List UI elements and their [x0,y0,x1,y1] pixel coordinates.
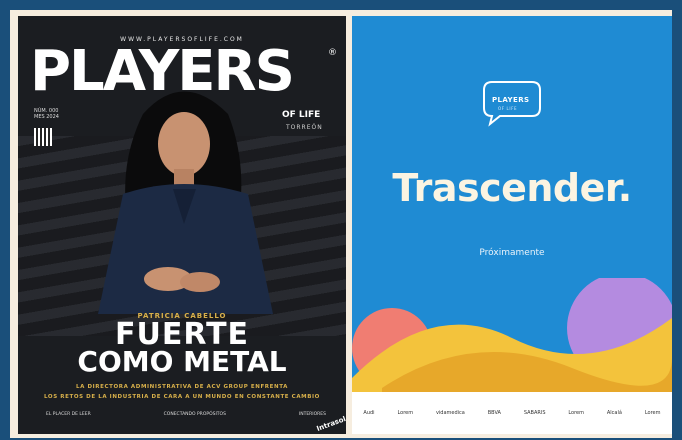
sponsor-strip: Audi Lorem vidamedica BBVA SABARIS Lorem… [352,392,672,434]
sponsor-badge: Intrasol [315,415,346,433]
sponsor-logo: Alcalá [606,410,622,416]
cover-of-life: OF LIFE [282,110,321,120]
subheadline-2: LOS RETOS DE LA INDUSTRIA DE CARA A UN M… [44,394,320,400]
issue-date: MES 2024 [34,114,59,120]
sponsor-logo: Audi [363,410,375,416]
footer-item: CONECTANDO PROPÓSITOS [163,412,226,417]
registered-mark: ® [328,48,337,58]
qr-code-icon [34,128,52,146]
sponsor-logo: vidamedica [435,410,465,416]
cover-subtitle: Próximamente [479,248,545,258]
cover-footer: EL PLACER DE LEER CONECTANDO PROPÓSITOS … [46,412,326,417]
magazine-cover-players[interactable]: WWW.PLAYERSOFLIFE.COM PLAYERS ® OF LIFE … [18,16,346,434]
magazine-cover-trascender[interactable]: PLAYERS OF LIFE Trascender. Próximamente… [352,16,672,434]
footer-item: EL PLACER DE LEER [46,412,91,417]
cover-title: Trascender. [392,166,632,210]
sponsor-logo: Lorem [568,410,585,416]
cover-city: TORREÓN [286,124,323,131]
cover-portrait [98,91,273,314]
magazine-frame: WWW.PLAYERSOFLIFE.COM PLAYERS ® OF LIFE … [10,10,672,438]
sponsor-logo: Lorem [397,410,414,416]
logo-sub: OF LIFE [498,106,518,111]
issue-meta: NÚM. 000 MES 2024 [34,108,59,120]
sponsor-logo: BBVA [487,410,501,416]
footer-item: INTERIORES [298,412,326,417]
subheadline-1: LA DIRECTORA ADMINISTRATIVA DE ACV GROUP… [75,384,288,390]
logo-text: PLAYERS [492,96,530,104]
sponsor-logo: Lorem [644,410,661,416]
headline-line-2: COMO METAL [77,345,287,378]
sponsor-logo: SABARIS [523,410,546,416]
abstract-art [352,278,672,398]
